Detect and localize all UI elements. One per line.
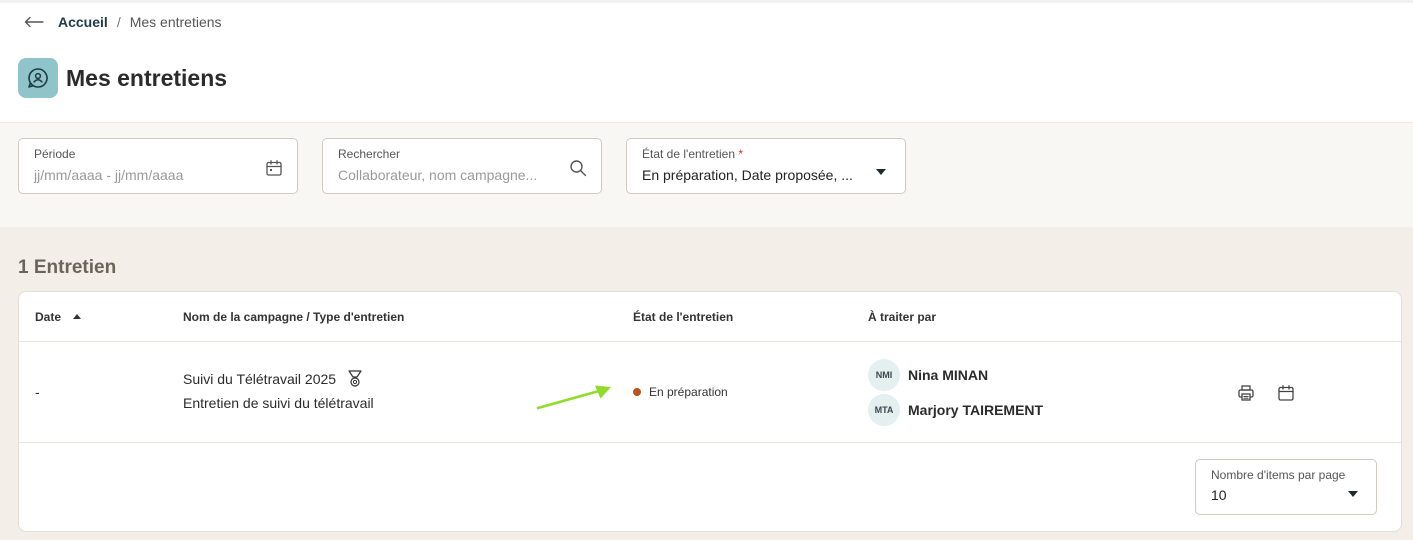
search-input[interactable]: Collaborateur, nom campagne... [338,167,537,183]
interviews-table: Date Nom de la campagne / Type d'entreti… [18,291,1402,532]
status-label: En préparation [649,385,728,399]
row-date: - [35,384,40,400]
state-selected-value: En préparation, Date proposée, ... [642,167,853,183]
period-label: Période [34,147,76,161]
status-badge: En préparation [633,385,728,399]
avatar: MTA [868,394,900,426]
arrow-left-icon[interactable] [24,14,44,30]
chat-person-icon [18,58,58,98]
interview-type: Entretien de suivi du télétravail [183,395,374,411]
chevron-down-icon[interactable] [1348,491,1358,497]
row-actions [1235,382,1315,404]
search-icon[interactable] [569,159,587,177]
search-label: Rechercher [338,147,401,161]
campaign-name: Suivi du Télétravail 2025 [183,370,363,388]
page-header: Mes entretiens [18,58,227,98]
results-section: 1 Entretien Date Nom de la campagne / Ty… [0,227,1413,540]
items-per-page-value: 10 [1211,487,1227,503]
annotation-arrow [536,385,611,410]
breadcrumb: Accueil / Mes entretiens [24,13,222,31]
breadcrumb-home-link[interactable]: Accueil [58,14,108,30]
table-row[interactable]: - Suivi du Télétravail 2025 Entretien de… [19,342,1401,443]
status-dot [633,388,641,396]
assignee-name: Nina MINAN [908,367,989,383]
award-icon [347,370,363,388]
breadcrumb-separator: / [116,14,121,30]
period-field[interactable]: Période jj/mm/aaaa - jj/mm/aaaa [18,138,298,194]
breadcrumb-current: Mes entretiens [129,14,222,30]
search-field[interactable]: Rechercher Collaborateur, nom campagne..… [322,138,602,194]
chevron-down-icon[interactable] [876,169,886,175]
avatar: NMI [868,359,900,391]
calendar-icon[interactable] [265,159,283,177]
items-per-page-label: Nombre d'items par page [1211,468,1346,482]
campaign-name-cell: Suivi du Télétravail 2025 [183,370,363,388]
assignee-2: MTA Marjory TAIREMENT [868,394,1043,426]
column-date[interactable]: Date [35,310,82,324]
column-campaign: Nom de la campagne / Type d'entretien [183,310,405,324]
period-placeholder: jj/mm/aaaa - jj/mm/aaaa [34,167,184,183]
calendar-icon[interactable] [1275,382,1297,404]
state-select[interactable]: État de l'entretien * En préparation, Da… [626,138,906,194]
sort-ascending-icon [73,314,82,319]
items-per-page-select[interactable]: Nombre d'items par page 10 [1195,459,1377,515]
column-state: État de l'entretien [633,310,734,324]
state-label: État de l'entretien * [642,147,744,161]
top-divider [0,0,1413,3]
results-count: 1 Entretien [18,257,117,278]
assignee-1: NMI Nina MINAN [868,359,988,391]
table-header: Date Nom de la campagne / Type d'entreti… [19,292,1401,342]
column-assignees: À traiter par [868,310,937,324]
page-title: Mes entretiens [66,64,228,91]
printer-icon[interactable] [1235,382,1257,404]
filters-bar: Période jj/mm/aaaa - jj/mm/aaaa Recherch… [0,122,1413,227]
assignee-name: Marjory TAIREMENT [908,402,1044,418]
